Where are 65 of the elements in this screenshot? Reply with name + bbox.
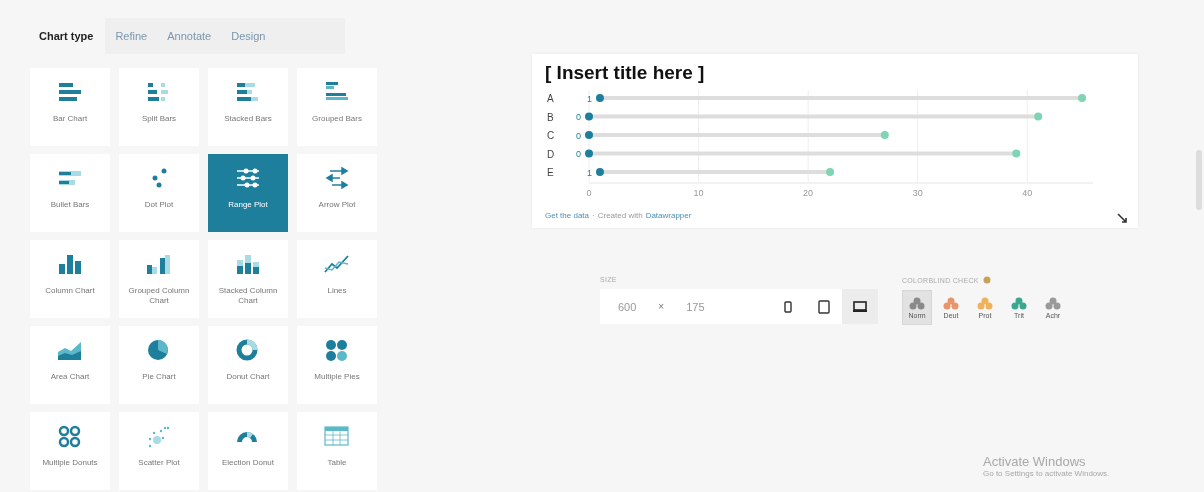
phone-icon (781, 299, 795, 314)
chart-type-option[interactable]: Grouped Bars (297, 68, 377, 146)
table-icon (322, 424, 352, 448)
device-tablet-button[interactable] (806, 289, 842, 324)
chart-type-option[interactable]: Area Chart (30, 326, 110, 404)
range-start-dot (585, 112, 593, 121)
resize-handle-icon[interactable] (1117, 213, 1127, 223)
value-label: 0 (576, 112, 581, 122)
chart-type-option[interactable]: Grouped Column Chart (119, 240, 199, 318)
desktop-icon (853, 299, 867, 314)
chart-type-option[interactable]: Stacked Bars (208, 68, 288, 146)
activation-notice-title: Activate Windows (983, 454, 1087, 469)
chart-title: [ Insert title here ] (545, 62, 706, 84)
range-end-dot (880, 131, 889, 139)
category-label: B (547, 111, 554, 123)
scrollbar[interactable] (1196, 150, 1202, 210)
chart-type-option[interactable]: Bullet Bars (30, 154, 110, 232)
value-label: 0 (576, 149, 581, 159)
category-label: D (547, 148, 555, 160)
height-field[interactable]: 175 (678, 300, 713, 313)
category-label: E (547, 167, 554, 178)
width-field[interactable]: 600 (610, 300, 645, 313)
range-start-dot (585, 131, 593, 139)
device-desktop-button[interactable] (842, 289, 878, 324)
category-label: C (547, 130, 555, 141)
tablet-icon (817, 299, 831, 314)
separator-dot: · (592, 210, 595, 220)
chart-type-option[interactable]: Scatter Plot (119, 412, 199, 490)
chart-type-option[interactable]: Multiple Pies (297, 326, 377, 404)
value-label: 1 (586, 167, 592, 178)
chart-type-option[interactable]: Stacked Column Chart (208, 240, 288, 318)
range-end-dot (1012, 149, 1021, 158)
axis-tick-label: 30 (912, 188, 923, 198)
range-end-dot (1078, 94, 1087, 102)
chart-type-option[interactable]: Pie Chart (119, 326, 199, 404)
chart-type-option[interactable]: Arrow Plot (297, 154, 377, 232)
range-start-dot (595, 168, 604, 176)
chart-type-option[interactable]: Bar Chart (30, 68, 110, 146)
chart-type-option[interactable]: Range Plot (208, 154, 288, 232)
info-icon (982, 276, 991, 284)
axis-tick-label: 10 (693, 188, 704, 198)
chart-type-option[interactable]: Split Bars (119, 68, 199, 146)
chart-type-option[interactable]: Election Donut (208, 412, 288, 490)
range-start-dot (595, 94, 604, 102)
chart-type-option[interactable]: Column Chart (30, 240, 110, 318)
range-end-dot (1034, 112, 1043, 121)
chart-type-option[interactable]: Donut Chart (208, 326, 288, 404)
range-end-dot (826, 168, 835, 176)
category-label: A (547, 93, 554, 104)
range-start-dot (585, 149, 593, 158)
brand-link[interactable]: Datawrapper (645, 210, 692, 220)
size-fields[interactable]: 600 × 175 (600, 289, 770, 324)
times-sign: × (658, 301, 665, 312)
footer-text: Created with (597, 210, 643, 220)
chart-type-option[interactable]: Dot Plot (119, 154, 199, 232)
axis-tick-label: 20 (803, 188, 814, 198)
chart-type-option[interactable]: Table (297, 412, 377, 490)
axis-tick-label: 0 (586, 188, 592, 198)
value-label: 1 (586, 93, 592, 104)
chart-type-option[interactable]: Multiple Donuts (30, 412, 110, 490)
get-data-link[interactable]: Get the data (545, 210, 590, 220)
chart-type-option[interactable]: Lines (297, 240, 377, 318)
value-label: 0 (576, 130, 581, 141)
tab[interactable]: Chart type (27, 18, 106, 54)
axis-tick-label: 40 (1022, 188, 1033, 198)
